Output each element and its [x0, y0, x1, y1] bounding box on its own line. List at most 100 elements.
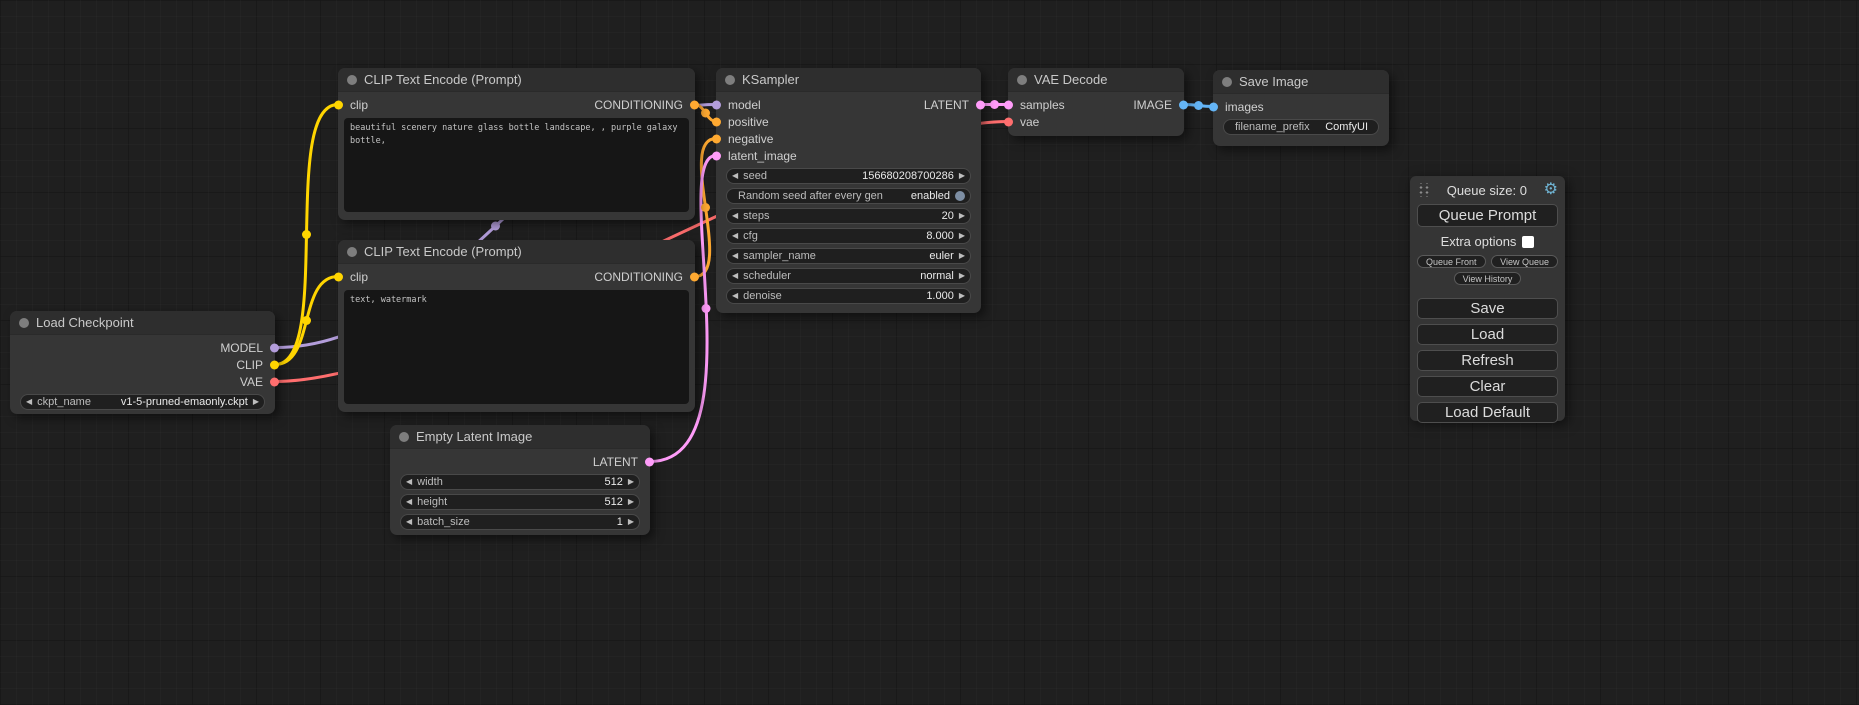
node-clip-text-encode-positive[interactable]: CLIP Text Encode (Prompt) clip CONDITION…	[338, 68, 695, 220]
collapse-dot-icon[interactable]	[19, 318, 29, 328]
input-dot-images[interactable]	[1209, 102, 1218, 111]
arrow-right-icon[interactable]: ▶	[253, 398, 259, 406]
arrow-left-icon[interactable]: ◀	[406, 478, 412, 486]
queue-prompt-button[interactable]: Queue Prompt	[1417, 204, 1558, 227]
clear-button[interactable]: Clear	[1417, 376, 1558, 397]
widget-batch-size[interactable]: ◀ batch_size 1 ▶	[400, 514, 640, 530]
output-dot-latent[interactable]	[645, 457, 654, 466]
node-title-bar[interactable]: CLIP Text Encode (Prompt)	[338, 68, 695, 92]
node-vae-decode[interactable]: VAE Decode samples IMAGE vae	[1008, 68, 1184, 136]
arrow-left-icon[interactable]: ◀	[732, 232, 738, 240]
widget-sampler-name[interactable]: ◀ sampler_name euler ▶	[726, 248, 971, 264]
widget-seed[interactable]: ◀ seed 156680208700286 ▶	[726, 168, 971, 184]
arrow-right-icon[interactable]: ▶	[628, 498, 634, 506]
widget-cfg[interactable]: ◀ cfg 8.000 ▶	[726, 228, 971, 244]
negative-prompt-textarea[interactable]: text, watermark	[344, 290, 689, 404]
node-title-bar[interactable]: Save Image	[1213, 70, 1389, 94]
link-dot-empty-latent	[702, 304, 711, 313]
output-dot-vae[interactable]	[270, 377, 279, 386]
widget-steps[interactable]: ◀ steps 20 ▶	[726, 208, 971, 224]
output-dot-conditioning[interactable]	[690, 272, 699, 281]
slot-row-model-latent: model LATENT	[716, 96, 981, 113]
node-empty-latent-image[interactable]: Empty Latent Image LATENT ◀ width 512 ▶ …	[390, 425, 650, 535]
output-label-latent: LATENT	[593, 455, 638, 469]
arrow-right-icon[interactable]: ▶	[959, 172, 965, 180]
input-dot-samples[interactable]	[1004, 100, 1013, 109]
input-slot-negative: negative	[716, 130, 981, 147]
output-label-latent: LATENT	[924, 98, 969, 112]
input-dot-model[interactable]	[712, 100, 721, 109]
input-dot-clip[interactable]	[334, 100, 343, 109]
arrow-right-icon[interactable]: ▶	[959, 292, 965, 300]
output-dot-conditioning[interactable]	[690, 100, 699, 109]
positive-prompt-textarea[interactable]: beautiful scenery nature glass bottle la…	[344, 118, 689, 212]
widget-value: enabled	[911, 190, 950, 202]
output-dot-image[interactable]	[1179, 100, 1188, 109]
input-dot-latent-image[interactable]	[712, 151, 721, 160]
collapse-dot-icon[interactable]	[1017, 75, 1027, 85]
node-ksampler[interactable]: KSampler model LATENT positive negative …	[716, 68, 981, 313]
node-title-bar[interactable]: Empty Latent Image	[390, 425, 650, 449]
arrow-left-icon[interactable]: ◀	[732, 272, 738, 280]
arrow-right-icon[interactable]: ▶	[959, 232, 965, 240]
widget-denoise[interactable]: ◀ denoise 1.000 ▶	[726, 288, 971, 304]
arrow-left-icon[interactable]: ◀	[732, 172, 738, 180]
input-label-clip: clip	[350, 270, 368, 284]
input-slot-positive: positive	[716, 113, 981, 130]
arrow-right-icon[interactable]: ▶	[959, 252, 965, 260]
load-default-button[interactable]: Load Default	[1417, 402, 1558, 423]
output-dot-model[interactable]	[270, 343, 279, 352]
collapse-dot-icon[interactable]	[725, 75, 735, 85]
arrow-left-icon[interactable]: ◀	[732, 252, 738, 260]
output-dot-latent[interactable]	[976, 100, 985, 109]
arrow-left-icon[interactable]: ◀	[406, 498, 412, 506]
widget-label: Random seed after every gen	[738, 190, 883, 202]
view-history-button[interactable]: View History	[1454, 272, 1522, 285]
collapse-dot-icon[interactable]	[399, 432, 409, 442]
widget-filename-prefix[interactable]: filename_prefix ComfyUI	[1223, 119, 1379, 135]
node-title-bar[interactable]: CLIP Text Encode (Prompt)	[338, 240, 695, 264]
widget-scheduler[interactable]: ◀ scheduler normal ▶	[726, 268, 971, 284]
arrow-right-icon[interactable]: ▶	[959, 212, 965, 220]
arrow-left-icon[interactable]: ◀	[732, 212, 738, 220]
queue-front-button[interactable]: Queue Front	[1417, 255, 1486, 268]
node-save-image[interactable]: Save Image images filename_prefix ComfyU…	[1213, 70, 1389, 146]
arrow-left-icon[interactable]: ◀	[406, 518, 412, 526]
output-label-vae: VAE	[240, 375, 263, 389]
input-dot-negative[interactable]	[712, 134, 721, 143]
link-dot-negative	[701, 203, 710, 212]
toggle-dot-icon[interactable]	[955, 191, 965, 201]
save-button[interactable]: Save	[1417, 298, 1558, 319]
extra-options-checkbox[interactable]	[1522, 236, 1534, 248]
node-clip-text-encode-negative[interactable]: CLIP Text Encode (Prompt) clip CONDITION…	[338, 240, 695, 412]
refresh-button[interactable]: Refresh	[1417, 350, 1558, 371]
arrow-right-icon[interactable]: ▶	[628, 518, 634, 526]
input-dot-positive[interactable]	[712, 117, 721, 126]
widget-value: 156680208700286	[862, 170, 954, 182]
widget-random-seed-toggle[interactable]: Random seed after every gen enabled	[726, 188, 971, 204]
collapse-dot-icon[interactable]	[347, 75, 357, 85]
arrow-left-icon[interactable]: ◀	[26, 398, 32, 406]
collapse-dot-icon[interactable]	[347, 247, 357, 257]
collapse-dot-icon[interactable]	[1222, 77, 1232, 87]
widget-ckpt-name[interactable]: ◀ ckpt_name v1-5-pruned-emaonly.ckpt ▶	[20, 394, 265, 410]
widget-width[interactable]: ◀ width 512 ▶	[400, 474, 640, 490]
node-title: Load Checkpoint	[36, 315, 134, 330]
arrow-right-icon[interactable]: ▶	[959, 272, 965, 280]
widget-height[interactable]: ◀ height 512 ▶	[400, 494, 640, 510]
output-dot-clip[interactable]	[270, 360, 279, 369]
input-dot-vae[interactable]	[1004, 117, 1013, 126]
node-title-bar[interactable]: KSampler	[716, 68, 981, 92]
node-load-checkpoint[interactable]: Load Checkpoint MODEL CLIP VAE ◀ ckpt_na…	[10, 311, 275, 414]
arrow-right-icon[interactable]: ▶	[628, 478, 634, 486]
arrow-left-icon[interactable]: ◀	[732, 292, 738, 300]
load-button[interactable]: Load	[1417, 324, 1558, 345]
input-dot-clip[interactable]	[334, 272, 343, 281]
node-title-bar[interactable]: VAE Decode	[1008, 68, 1184, 92]
settings-gear-icon[interactable]: ⚙	[1544, 182, 1558, 198]
node-graph-canvas[interactable]: Load Checkpoint MODEL CLIP VAE ◀ ckpt_na…	[0, 0, 1859, 705]
widget-label: scheduler	[743, 270, 791, 282]
view-queue-button[interactable]: View Queue	[1491, 255, 1558, 268]
drag-handle-icon[interactable]	[1417, 183, 1430, 197]
node-title-bar[interactable]: Load Checkpoint	[10, 311, 275, 335]
